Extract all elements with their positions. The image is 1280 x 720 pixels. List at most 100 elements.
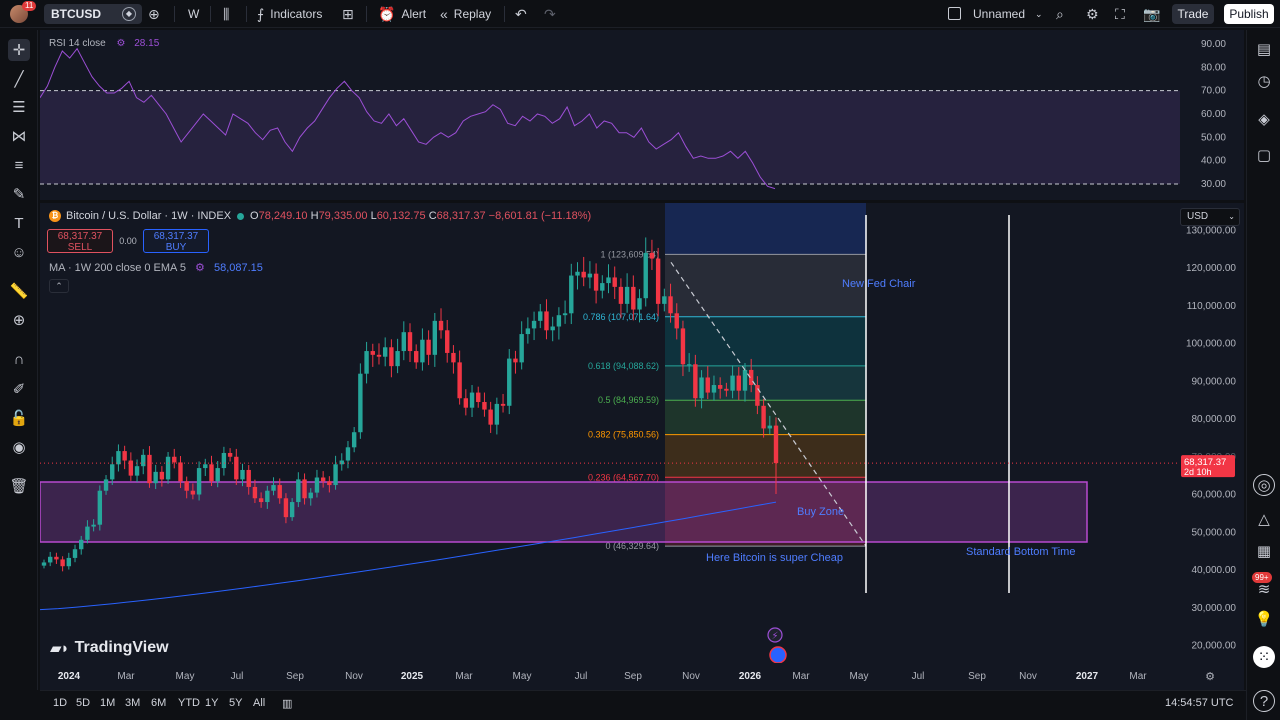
candle-body — [618, 286, 624, 304]
publish-button[interactable]: Publish — [1224, 4, 1274, 24]
undo-button[interactable]: ↶ — [515, 0, 533, 28]
chart-type-button[interactable]: ⫼ — [223, 0, 235, 28]
candle-body — [717, 385, 723, 389]
indicators-button[interactable]: ⨍ Indicators — [257, 0, 322, 28]
candle-body — [662, 296, 667, 304]
clock-time[interactable]: 14:54:57 UTC — [1165, 691, 1233, 715]
collapse-legend-button[interactable]: ⌃ — [49, 279, 69, 293]
trend-line-icon[interactable]: ╱ — [8, 68, 30, 90]
candle-body — [103, 479, 109, 491]
range-3m[interactable]: 3M — [125, 691, 140, 715]
alert-button[interactable]: ⏰ Alert — [378, 0, 426, 28]
chat-icon[interactable]: ▢ — [1253, 144, 1275, 166]
compare-symbol-button[interactable]: ⊕ — [148, 0, 166, 28]
symbol-search-button[interactable]: BTCUSD ◆ — [44, 4, 142, 24]
fullscreen-icon: ⛶ — [1115, 5, 1125, 22]
watchlist-icon[interactable]: ▤ — [1253, 38, 1275, 60]
time-axis-label: Mar — [792, 671, 810, 682]
pattern-icon[interactable]: ⋈ — [8, 125, 30, 147]
separator — [504, 6, 505, 22]
quick-search-button[interactable]: ⌕ — [1056, 0, 1070, 28]
ma-legend[interactable]: MA · 1W 200 close 0 EMA 5 ⚙ 58,087.15 — [49, 261, 263, 274]
date-range-button[interactable]: ▥ — [282, 691, 292, 715]
last-price-countdown: 2d 10h — [1184, 467, 1212, 477]
alerts-clock-icon[interactable]: ◷ — [1253, 70, 1275, 92]
brush-icon[interactable]: ✎ — [8, 183, 30, 205]
lock-icon[interactable]: 🔓 — [8, 407, 30, 429]
event-us-flag-icon[interactable] — [769, 646, 787, 664]
crosshair-icon[interactable]: ✛ — [8, 39, 30, 61]
triangle-icon[interactable]: △ — [1253, 508, 1275, 530]
settings-button[interactable]: ⚙ — [1086, 0, 1105, 28]
candle-body — [451, 352, 456, 363]
sell-button[interactable]: 68,317.37 SELL — [47, 229, 113, 253]
magnet-icon[interactable]: ∩ — [8, 348, 30, 370]
zoom-in-icon[interactable]: ⊕ — [8, 309, 30, 331]
candle-body — [668, 296, 673, 314]
range-5y[interactable]: 5Y — [229, 691, 242, 715]
interval-button[interactable]: W — [188, 0, 199, 28]
buy-button[interactable]: 68,317.37 BUY — [143, 229, 209, 253]
spread-value: 0.00 — [119, 236, 137, 246]
calendar-icon[interactable]: ▦ — [1253, 540, 1275, 562]
trash-icon[interactable]: 🗑 — [8, 475, 30, 497]
chevron-down-icon: ⌄ — [1228, 212, 1235, 221]
rsi-legend[interactable]: RSI 14 close ⚙ 28.15 — [49, 38, 159, 49]
candle-body — [736, 375, 741, 391]
layers-icon[interactable]: ◈ — [1253, 108, 1275, 130]
lock-pencil-icon[interactable]: ✐ — [8, 378, 30, 400]
annotation-buy-zone: Buy Zone — [797, 506, 844, 518]
lightbulb-icon[interactable]: 💡 — [1253, 608, 1275, 630]
chart-canvas[interactable]: 90.00 80.00 70.00 60.00 50.00 40.00 30.00 130,0… — [40, 30, 1244, 690]
candle-body — [724, 388, 729, 391]
range-5d[interactable]: 5D — [76, 691, 90, 715]
candle-body — [333, 464, 338, 486]
pane-separator[interactable] — [40, 200, 1244, 203]
indicator-settings-icon[interactable]: ⚙ — [195, 262, 205, 274]
main-legend[interactable]: ₿ Bitcoin / U.S. Dollar · 1W · INDEX O 78… — [49, 210, 591, 222]
eye-icon[interactable]: ◉ — [8, 436, 30, 458]
snapshot-button[interactable]: 📷 — [1143, 0, 1166, 28]
replay-button[interactable]: « Replay — [440, 0, 491, 28]
rewind-icon: « — [440, 6, 448, 22]
help-icon[interactable]: ? — [1253, 690, 1275, 712]
candle-body — [569, 275, 574, 314]
candle-body — [314, 477, 320, 493]
range-all[interactable]: All — [253, 691, 265, 715]
range-1y[interactable]: 1Y — [205, 691, 218, 715]
apps-grid-icon[interactable]: ⁙ — [1253, 646, 1275, 668]
time-axis-label: 2026 — [739, 671, 762, 682]
target-icon[interactable]: ◎ — [1253, 474, 1275, 496]
candle-body — [494, 403, 500, 425]
indicator-settings-icon[interactable]: ⚙ — [116, 38, 125, 49]
calendar-range-icon: ▥ — [282, 697, 293, 710]
candle-body — [544, 311, 549, 331]
ohlc-high-label: H — [310, 210, 319, 222]
currency-select[interactable]: USD ⌄ — [1180, 208, 1240, 226]
range-6m[interactable]: 6M — [151, 691, 166, 715]
chart-area[interactable]: 90.00 80.00 70.00 60.00 50.00 40.00 30.00 130,0… — [40, 30, 1244, 690]
trade-button[interactable]: Trade — [1172, 4, 1214, 24]
time-axis[interactable] — [40, 663, 1244, 690]
time-axis-settings-icon[interactable]: ⚙ — [1205, 671, 1215, 683]
ruler-icon[interactable]: 📏 — [8, 280, 30, 302]
fullscreen-button[interactable]: ⛶ — [1115, 0, 1131, 28]
templates-button[interactable]: ⊞ — [342, 0, 360, 28]
horizontal-lines-icon[interactable]: ☰ — [8, 96, 30, 118]
gem-icon[interactable]: ◆ — [122, 7, 136, 21]
text-tool-icon[interactable]: T — [8, 212, 30, 234]
range-1m[interactable]: 1M — [100, 691, 115, 715]
redo-button[interactable]: ↷ — [544, 0, 562, 28]
fib-tool-icon[interactable]: ≡ — [8, 154, 30, 176]
candle-body — [302, 479, 307, 499]
layout-checkbox[interactable] — [948, 7, 961, 20]
range-1d[interactable]: 1D — [53, 691, 67, 715]
emoji-icon[interactable]: ☺ — [8, 241, 30, 263]
tradingview-logo[interactable]: ▰◗ TradingView — [50, 639, 169, 657]
layout-name-button[interactable]: Unnamed ⌄ — [973, 0, 1043, 28]
candle-body — [457, 362, 462, 399]
range-ytd[interactable]: YTD — [178, 691, 200, 715]
fib-level-label: 0.5 (84,969.59) — [598, 395, 659, 405]
candle-body — [649, 252, 655, 259]
separator — [246, 6, 247, 22]
